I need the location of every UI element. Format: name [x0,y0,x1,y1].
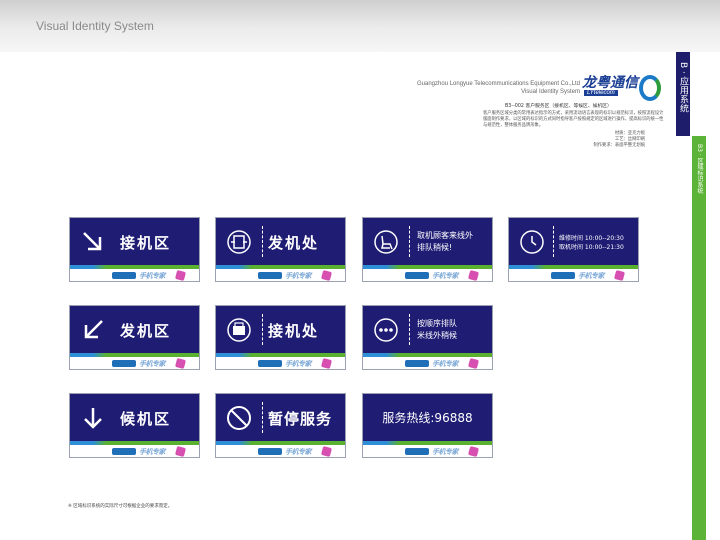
logo-mark-icon [639,75,661,101]
sign-text: 暂停服务 [268,410,333,428]
sign-stripe [216,441,345,445]
sign-line: 取机时间 10:00--21:30 [559,244,624,251]
sign-panel: 发机区 [70,306,199,353]
sign-panel: 接机区 [70,218,199,265]
sign-text: 接机区 [120,234,172,252]
sign-panel: 候机区 [70,394,199,441]
sign-text: 发机处 [268,234,320,252]
sign-footer-logos: 手机专家 [405,357,480,369]
company-logo: 龙粤通信 LYtelecom [582,72,662,104]
footnote: ※ 区域标识系统的实际尺寸可根据企业的要求而定。 [68,504,173,509]
sign-stripe [216,353,345,357]
description-note: 制作要求：表面平整无划痕 [593,143,645,148]
subsection-tab[interactable]: B3 · 区域标识系统 [692,136,706,540]
description-body: 客户服务区域分类的常用表达指示的方式，采用流动语言表现的标识以规范标识，按照流程… [483,111,664,128]
sign-divider [409,226,410,257]
sign-divider [262,402,263,433]
printer-box-icon [227,318,251,342]
phone-box-icon [227,230,251,254]
subsection-tab-label: B3 · 区域标识系统 [696,144,703,194]
document-title: Visual Identity System [36,19,154,33]
sign-footer-logos: 手机专家 [258,357,333,369]
section-tab-label: B · 应用系统 [678,62,688,113]
sign-text: 候机区 [120,410,172,428]
sign-divider [553,226,554,257]
sign-text: 发机区 [120,322,172,340]
sign-text: 接机处 [268,322,320,340]
sign-line: 按顺序排队 [417,319,457,328]
sign-divider [262,314,263,345]
sign-footer-logos: 手机专家 [258,269,333,281]
sign-service-hours: 维修时间 10:00--20:30 取机时间 10:00--21:30 手机专家 [508,217,639,282]
sign-divider [262,226,263,257]
sign-queue-order: 按顺序排队 米线外稍候 手机专家 [362,305,493,370]
logo-english: LYtelecom [584,90,618,96]
sign-footer-logos: 手机专家 [112,357,187,369]
clock-icon [520,230,544,254]
sign-stripe [509,265,638,269]
seat-icon [374,230,398,254]
description-notes: 材质：亚克力板 工艺：丝网印刷 制作要求：表面平整无划痕 [483,131,665,149]
hotline-text: 服务热线:96888 [382,411,473,425]
sign-queue-outside: 取机顾客来线外 排队稍候! 手机专家 [362,217,493,282]
sign-stripe [70,265,199,269]
company-name-en: Guangzhou Longyue Telecommunications Equ… [417,81,580,87]
arrow-down-right-icon [83,232,102,251]
sign-send-machine: 发机处 手机专家 [215,217,346,282]
sign-panel: 接机处 [216,306,345,353]
sign-stripe [70,441,199,445]
top-bar: Visual Identity System [0,0,720,52]
sign-footer-logos: 手机专家 [405,269,480,281]
sign-text-lines: 维修时间 10:00--20:30 取机时间 10:00--21:30 [559,234,624,252]
sign-hotline: 服务热线:96888 手机专家 [362,393,493,458]
sign-panel: 服务热线:96888 [363,394,492,441]
sign-line: 取机顾客来线外 [417,231,473,240]
sign-suspended: 暂停服务 手机专家 [215,393,346,458]
sign-stripe [363,353,492,357]
arrow-down-left-icon [84,320,103,339]
sign-stripe [363,441,492,445]
sign-footer-logos: 手机专家 [551,269,626,281]
sign-panel: 按顺序排队 米线外稍候 [363,306,492,353]
logo-chinese: 龙粤通信 [582,75,638,91]
sign-receive-machine: 接机处 手机专家 [215,305,346,370]
sign-footer-logos: 手机专家 [405,445,480,457]
sign-line: 排队稍候! [417,243,453,252]
sign-waiting-area: 候机区 手机专家 [69,393,200,458]
sign-stripe [363,265,492,269]
arrow-down-icon [84,408,102,429]
description-block: B3--002 客户服务区（接机区、等候区、候机区） 客户服务区域分类的常用表达… [483,104,665,149]
system-name-en: Visual Identity System [521,89,580,95]
sign-text-lines: 按顺序排队 米线外稍候 [417,318,457,342]
dots-icon [374,318,398,342]
sign-stripe [216,265,345,269]
description-title: B3--002 客户服务区（接机区、等候区、候机区） [505,104,612,109]
sign-panel: 取机顾客来线外 排队稍候! [363,218,492,265]
sign-divider [409,314,410,345]
sign-footer-logos: 手机专家 [258,445,333,457]
sign-line: 维修时间 10:00--20:30 [559,235,624,242]
sign-stripe [70,353,199,357]
sign-line: 米线外稍候 [417,331,457,340]
prohibited-icon [227,406,251,430]
sign-footer-logos: 手机专家 [112,269,187,281]
section-tab[interactable]: B · 应用系统 [676,52,690,136]
sign-panel: 暂停服务 [216,394,345,441]
sign-text-lines: 取机顾客来线外 排队稍候! [417,230,473,254]
sign-footer-logos: 手机专家 [112,445,187,457]
sign-panel: 发机处 [216,218,345,265]
company-english-block: Guangzhou Longyue Telecommunications Equ… [417,80,580,96]
sign-send-area: 发机区 手机专家 [69,305,200,370]
sign-panel: 维修时间 10:00--20:30 取机时间 10:00--21:30 [509,218,638,265]
sign-pickup-area: 接机区 手机专家 [69,217,200,282]
